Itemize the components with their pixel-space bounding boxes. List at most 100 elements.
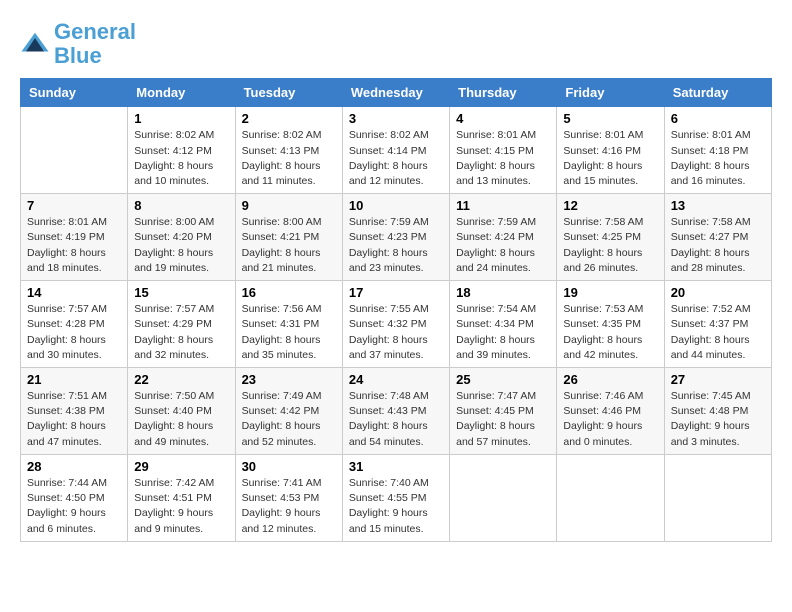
calendar-cell <box>450 454 557 541</box>
day-info: Sunrise: 7:59 AMSunset: 4:24 PMDaylight:… <box>456 215 550 276</box>
day-header-tuesday: Tuesday <box>235 79 342 107</box>
week-row-1: 7Sunrise: 8:01 AMSunset: 4:19 PMDaylight… <box>21 194 772 281</box>
day-number: 8 <box>134 198 228 213</box>
day-info: Sunrise: 7:57 AMSunset: 4:28 PMDaylight:… <box>27 302 121 363</box>
day-info: Sunrise: 8:02 AMSunset: 4:14 PMDaylight:… <box>349 128 443 189</box>
calendar-cell: 19Sunrise: 7:53 AMSunset: 4:35 PMDayligh… <box>557 281 664 368</box>
logo-icon <box>20 29 50 59</box>
day-header-wednesday: Wednesday <box>342 79 449 107</box>
day-number: 29 <box>134 459 228 474</box>
day-info: Sunrise: 7:58 AMSunset: 4:25 PMDaylight:… <box>563 215 657 276</box>
day-info: Sunrise: 7:46 AMSunset: 4:46 PMDaylight:… <box>563 389 657 450</box>
day-info: Sunrise: 7:47 AMSunset: 4:45 PMDaylight:… <box>456 389 550 450</box>
day-number: 31 <box>349 459 443 474</box>
day-header-thursday: Thursday <box>450 79 557 107</box>
calendar-cell: 7Sunrise: 8:01 AMSunset: 4:19 PMDaylight… <box>21 194 128 281</box>
calendar-cell: 21Sunrise: 7:51 AMSunset: 4:38 PMDayligh… <box>21 368 128 455</box>
day-header-monday: Monday <box>128 79 235 107</box>
calendar-cell: 29 Sunrise: 7:42 AMSunset: 4:51 PMDayligh… <box>128 454 235 541</box>
day-header-sunday: Sunday <box>21 79 128 107</box>
day-info: Sunrise: 7:55 AMSunset: 4:32 PMDaylight:… <box>349 302 443 363</box>
day-info: Sunrise: 7:41 AMSunset: 4:53 PMDaylight:… <box>242 476 336 537</box>
day-number: 2 <box>242 111 336 126</box>
calendar-cell: 25 Sunrise: 7:47 AMSunset: 4:45 PMDayligh… <box>450 368 557 455</box>
day-number: 10 <box>349 198 443 213</box>
calendar-cell: 23Sunrise: 7:49 AMSunset: 4:42 PMDayligh… <box>235 368 342 455</box>
calendar-cell: 1 Sunrise: 8:02 AMSunset: 4:12 PMDaylight… <box>128 107 235 194</box>
day-number: 4 <box>456 111 550 126</box>
day-headers-row: SundayMondayTuesdayWednesdayThursdayFrid… <box>21 79 772 107</box>
logo: General Blue <box>20 20 136 68</box>
day-number: 19 <box>563 285 657 300</box>
calendar-cell: 15Sunrise: 7:57 AMSunset: 4:29 PMDayligh… <box>128 281 235 368</box>
week-row-3: 21Sunrise: 7:51 AMSunset: 4:38 PMDayligh… <box>21 368 772 455</box>
week-row-4: 28 Sunrise: 7:44 AMSunset: 4:50 PMDayligh… <box>21 454 772 541</box>
day-number: 21 <box>27 372 121 387</box>
week-row-0: 1 Sunrise: 8:02 AMSunset: 4:12 PMDaylight… <box>21 107 772 194</box>
day-number: 14 <box>27 285 121 300</box>
day-number: 12 <box>563 198 657 213</box>
day-number: 28 <box>27 459 121 474</box>
day-info: Sunrise: 7:54 AMSunset: 4:34 PMDaylight:… <box>456 302 550 363</box>
day-number: 13 <box>671 198 765 213</box>
calendar-cell: 11 Sunrise: 7:59 AMSunset: 4:24 PMDayligh… <box>450 194 557 281</box>
calendar-cell: 10 Sunrise: 7:59 AMSunset: 4:23 PMDayligh… <box>342 194 449 281</box>
day-number: 11 <box>456 198 550 213</box>
day-number: 20 <box>671 285 765 300</box>
calendar-cell: 31 Sunrise: 7:40 AMSunset: 4:55 PMDayligh… <box>342 454 449 541</box>
calendar-cell: 27Sunrise: 7:45 AMSunset: 4:48 PMDayligh… <box>664 368 771 455</box>
day-info: Sunrise: 7:50 AMSunset: 4:40 PMDaylight:… <box>134 389 228 450</box>
calendar-cell: 3 Sunrise: 8:02 AMSunset: 4:14 PMDaylight… <box>342 107 449 194</box>
calendar-cell: 18 Sunrise: 7:54 AMSunset: 4:34 PMDayligh… <box>450 281 557 368</box>
calendar-cell: 9 Sunrise: 8:00 AMSunset: 4:21 PMDaylight… <box>235 194 342 281</box>
calendar-cell: 17 Sunrise: 7:55 AMSunset: 4:32 PMDayligh… <box>342 281 449 368</box>
day-info: Sunrise: 8:02 AMSunset: 4:12 PMDaylight:… <box>134 128 228 189</box>
calendar-cell: 2 Sunrise: 8:02 AMSunset: 4:13 PMDaylight… <box>235 107 342 194</box>
day-number: 27 <box>671 372 765 387</box>
calendar-cell: 16Sunrise: 7:56 AMSunset: 4:31 PMDayligh… <box>235 281 342 368</box>
calendar-cell: 12 Sunrise: 7:58 AMSunset: 4:25 PMDayligh… <box>557 194 664 281</box>
calendar-cell: 14 Sunrise: 7:57 AMSunset: 4:28 PMDayligh… <box>21 281 128 368</box>
day-number: 16 <box>242 285 336 300</box>
calendar-cell: 26 Sunrise: 7:46 AMSunset: 4:46 PMDayligh… <box>557 368 664 455</box>
day-info: Sunrise: 7:58 AMSunset: 4:27 PMDaylight:… <box>671 215 765 276</box>
calendar-cell: 13 Sunrise: 7:58 AMSunset: 4:27 PMDayligh… <box>664 194 771 281</box>
day-number: 30 <box>242 459 336 474</box>
day-info: Sunrise: 8:01 AMSunset: 4:16 PMDaylight:… <box>563 128 657 189</box>
day-info: Sunrise: 7:40 AMSunset: 4:55 PMDaylight:… <box>349 476 443 537</box>
day-info: Sunrise: 8:01 AMSunset: 4:19 PMDaylight:… <box>27 215 121 276</box>
day-number: 6 <box>671 111 765 126</box>
day-info: Sunrise: 8:01 AMSunset: 4:15 PMDaylight:… <box>456 128 550 189</box>
calendar-cell <box>557 454 664 541</box>
calendar-cell <box>664 454 771 541</box>
day-info: Sunrise: 8:00 AMSunset: 4:20 PMDaylight:… <box>134 215 228 276</box>
day-number: 15 <box>134 285 228 300</box>
calendar-cell: 8 Sunrise: 8:00 AMSunset: 4:20 PMDaylight… <box>128 194 235 281</box>
day-info: Sunrise: 7:48 AMSunset: 4:43 PMDaylight:… <box>349 389 443 450</box>
day-number: 25 <box>456 372 550 387</box>
day-number: 3 <box>349 111 443 126</box>
calendar-table: SundayMondayTuesdayWednesdayThursdayFrid… <box>20 78 772 541</box>
calendar-cell: 24 Sunrise: 7:48 AMSunset: 4:43 PMDayligh… <box>342 368 449 455</box>
day-header-friday: Friday <box>557 79 664 107</box>
day-number: 17 <box>349 285 443 300</box>
calendar-cell: 5 Sunrise: 8:01 AMSunset: 4:16 PMDaylight… <box>557 107 664 194</box>
day-number: 24 <box>349 372 443 387</box>
day-number: 23 <box>242 372 336 387</box>
day-number: 9 <box>242 198 336 213</box>
day-header-saturday: Saturday <box>664 79 771 107</box>
calendar-cell: 20Sunrise: 7:52 AMSunset: 4:37 PMDayligh… <box>664 281 771 368</box>
day-number: 26 <box>563 372 657 387</box>
calendar-body: 1 Sunrise: 8:02 AMSunset: 4:12 PMDaylight… <box>21 107 772 541</box>
day-number: 5 <box>563 111 657 126</box>
day-info: Sunrise: 7:59 AMSunset: 4:23 PMDaylight:… <box>349 215 443 276</box>
day-number: 1 <box>134 111 228 126</box>
day-info: Sunrise: 7:42 AMSunset: 4:51 PMDaylight:… <box>134 476 228 537</box>
day-info: Sunrise: 7:44 AMSunset: 4:50 PMDaylight:… <box>27 476 121 537</box>
day-info: Sunrise: 8:00 AMSunset: 4:21 PMDaylight:… <box>242 215 336 276</box>
calendar-cell: 22Sunrise: 7:50 AMSunset: 4:40 PMDayligh… <box>128 368 235 455</box>
day-number: 18 <box>456 285 550 300</box>
calendar-cell <box>21 107 128 194</box>
day-info: Sunrise: 8:02 AMSunset: 4:13 PMDaylight:… <box>242 128 336 189</box>
header: General Blue <box>20 20 772 68</box>
